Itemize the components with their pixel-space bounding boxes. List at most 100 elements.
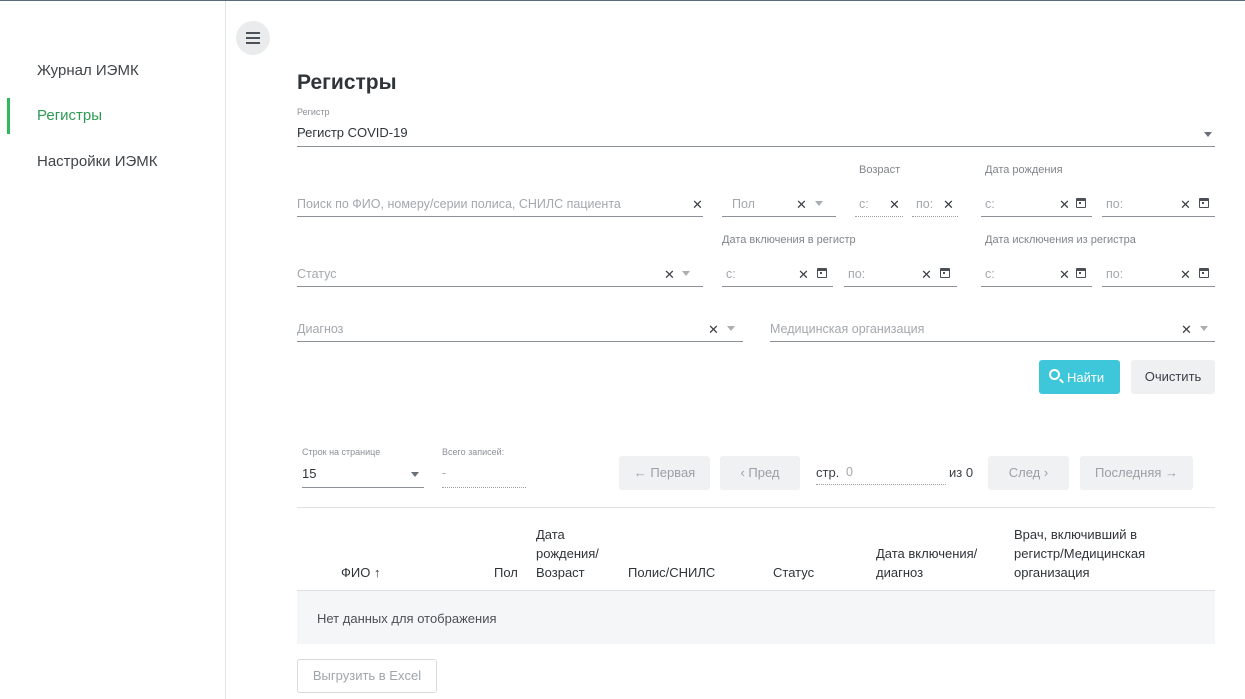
diagnosis-dropdown-icon[interactable] [727,326,735,331]
column-header-birth-line3: Возраст [536,565,585,580]
search-input[interactable]: Поиск по ФИО, номеру/серии полиса, СНИЛС… [297,197,621,211]
total-records-label: Всего записей: [442,447,505,457]
birth-date-to-input[interactable]: по: [1106,197,1123,211]
find-button[interactable]: Найти [1039,360,1120,394]
include-date-to-clear-icon[interactable]: ✕ [921,268,932,281]
sidebar-item-iemk-journal[interactable]: Журнал ИЭМК [37,62,139,79]
sex-select[interactable]: Пол [732,197,755,211]
hamburger-icon-line [246,42,260,44]
include-date-from-clear-icon[interactable]: ✕ [798,268,809,281]
find-button-label: Найти [1067,370,1105,385]
organization-clear-icon[interactable]: ✕ [1181,323,1192,336]
column-header-include-line2: диагноз [876,565,924,580]
exclude-date-from-underline [981,286,1092,287]
search-icon [1049,369,1060,380]
total-records-value: - [442,466,447,480]
age-from-input[interactable]: с: [859,197,869,211]
registry-underline [297,146,1215,147]
column-header-sex: Пол [494,565,518,580]
sidebar-item-iemk-settings[interactable]: Настройки ИЭМК [37,153,158,170]
exclude-date-label: Дата исключения из регистра [985,234,1136,246]
sex-underline [722,216,836,217]
include-date-from-underline [722,286,833,287]
sex-clear-icon[interactable]: ✕ [796,198,807,211]
clear-button[interactable]: Очистить [1131,360,1215,394]
status-select[interactable]: Статус [297,267,337,281]
column-header-include-line1: Дата включения/ [876,546,978,561]
age-label: Возраст [859,164,901,176]
diagnosis-clear-icon[interactable]: ✕ [708,323,719,336]
status-clear-icon[interactable]: ✕ [664,268,675,281]
column-header-birth-line1: Дата [536,527,565,542]
export-excel-button[interactable]: Выгрузить в Excel [297,659,437,693]
page-label: стр. [816,465,840,480]
page-total: из 0 [949,465,974,480]
birth-date-to-underline [1102,216,1215,217]
exclude-date-from-clear-icon[interactable]: ✕ [1059,268,1070,281]
sex-dropdown-icon[interactable] [815,201,823,206]
exclude-date-from-input[interactable]: с: [985,267,995,281]
next-page-button[interactable]: След › [988,456,1069,490]
organization-underline [770,341,1215,342]
total-records-underline [442,487,526,488]
registry-dropdown-icon[interactable] [1204,132,1212,137]
page-input-underline [816,484,946,485]
calendar-icon[interactable] [1076,198,1086,208]
column-header-status: Статус [773,565,815,580]
rows-per-page-dropdown-icon[interactable] [411,472,419,477]
organization-dropdown-icon[interactable] [1200,326,1208,331]
sidebar: Журнал ИЭМК Регистры Настройки ИЭМК [0,1,226,699]
age-from-clear-icon[interactable]: ✕ [889,198,900,211]
exclude-date-to-clear-icon[interactable]: ✕ [1180,268,1191,281]
search-clear-icon[interactable]: ✕ [692,198,703,211]
table-row: Нет данных для отображения [297,591,1215,644]
column-header-doctor-line2: регистр/Медицинская [1014,546,1146,561]
calendar-icon[interactable] [817,268,827,278]
table-top-border [297,507,1215,508]
registry-select[interactable]: Регистр COVID-19 [297,125,408,140]
calendar-icon[interactable] [1199,198,1209,208]
rows-per-page-label: Строк на странице [302,447,381,457]
rows-per-page-underline [302,487,424,488]
sidebar-item-registries[interactable]: Регистры [37,107,102,124]
include-date-from-input[interactable]: с: [726,267,736,281]
diagnosis-select[interactable]: Диагноз [297,322,343,336]
birth-date-from-clear-icon[interactable]: ✕ [1059,198,1070,211]
menu-toggle-button[interactable] [236,21,270,55]
first-page-button[interactable]: ← Первая [619,456,710,490]
include-date-to-underline [844,286,957,287]
age-to-clear-icon[interactable]: ✕ [943,198,954,211]
exclude-date-to-underline [1102,286,1215,287]
column-header-doctor-line3: организация [1014,565,1090,580]
age-to-underline [912,216,958,217]
page-title: Регистры [297,71,397,94]
organization-select[interactable]: Медицинская организация [770,322,924,336]
calendar-icon[interactable] [1199,268,1209,278]
column-header-doctor-line1: Врач, включивший в [1014,527,1138,542]
age-to-input[interactable]: по: [916,197,933,211]
exclude-date-to-input[interactable]: по: [1106,267,1123,281]
hamburger-icon [246,32,260,34]
age-from-underline [855,216,903,217]
empty-table-message: Нет данных для отображения [317,611,497,626]
column-header-birth-line2: рождения/ [536,546,599,561]
calendar-icon[interactable] [940,268,950,278]
status-underline [297,286,703,287]
birth-date-to-clear-icon[interactable]: ✕ [1180,198,1191,211]
calendar-icon[interactable] [1076,268,1086,278]
birth-date-from-input[interactable]: с: [985,197,995,211]
prev-page-button[interactable]: ‹ Пред [720,456,800,490]
diagnosis-underline [297,341,743,342]
last-page-button[interactable]: Последняя → [1080,456,1193,490]
birth-date-from-underline [981,216,1092,217]
column-header-fio[interactable]: ФИО ↑ [341,563,380,582]
sidebar-active-indicator [7,98,10,134]
column-header-policy: Полис/СНИЛС [628,565,716,580]
status-dropdown-icon[interactable] [682,271,690,276]
page-input[interactable]: 0 [846,465,853,479]
hamburger-icon-line [246,37,260,39]
rows-per-page-select[interactable]: 15 [302,466,316,481]
search-underline [297,216,703,217]
include-date-to-input[interactable]: по: [848,267,865,281]
registry-select-label: Регистр [297,107,330,117]
